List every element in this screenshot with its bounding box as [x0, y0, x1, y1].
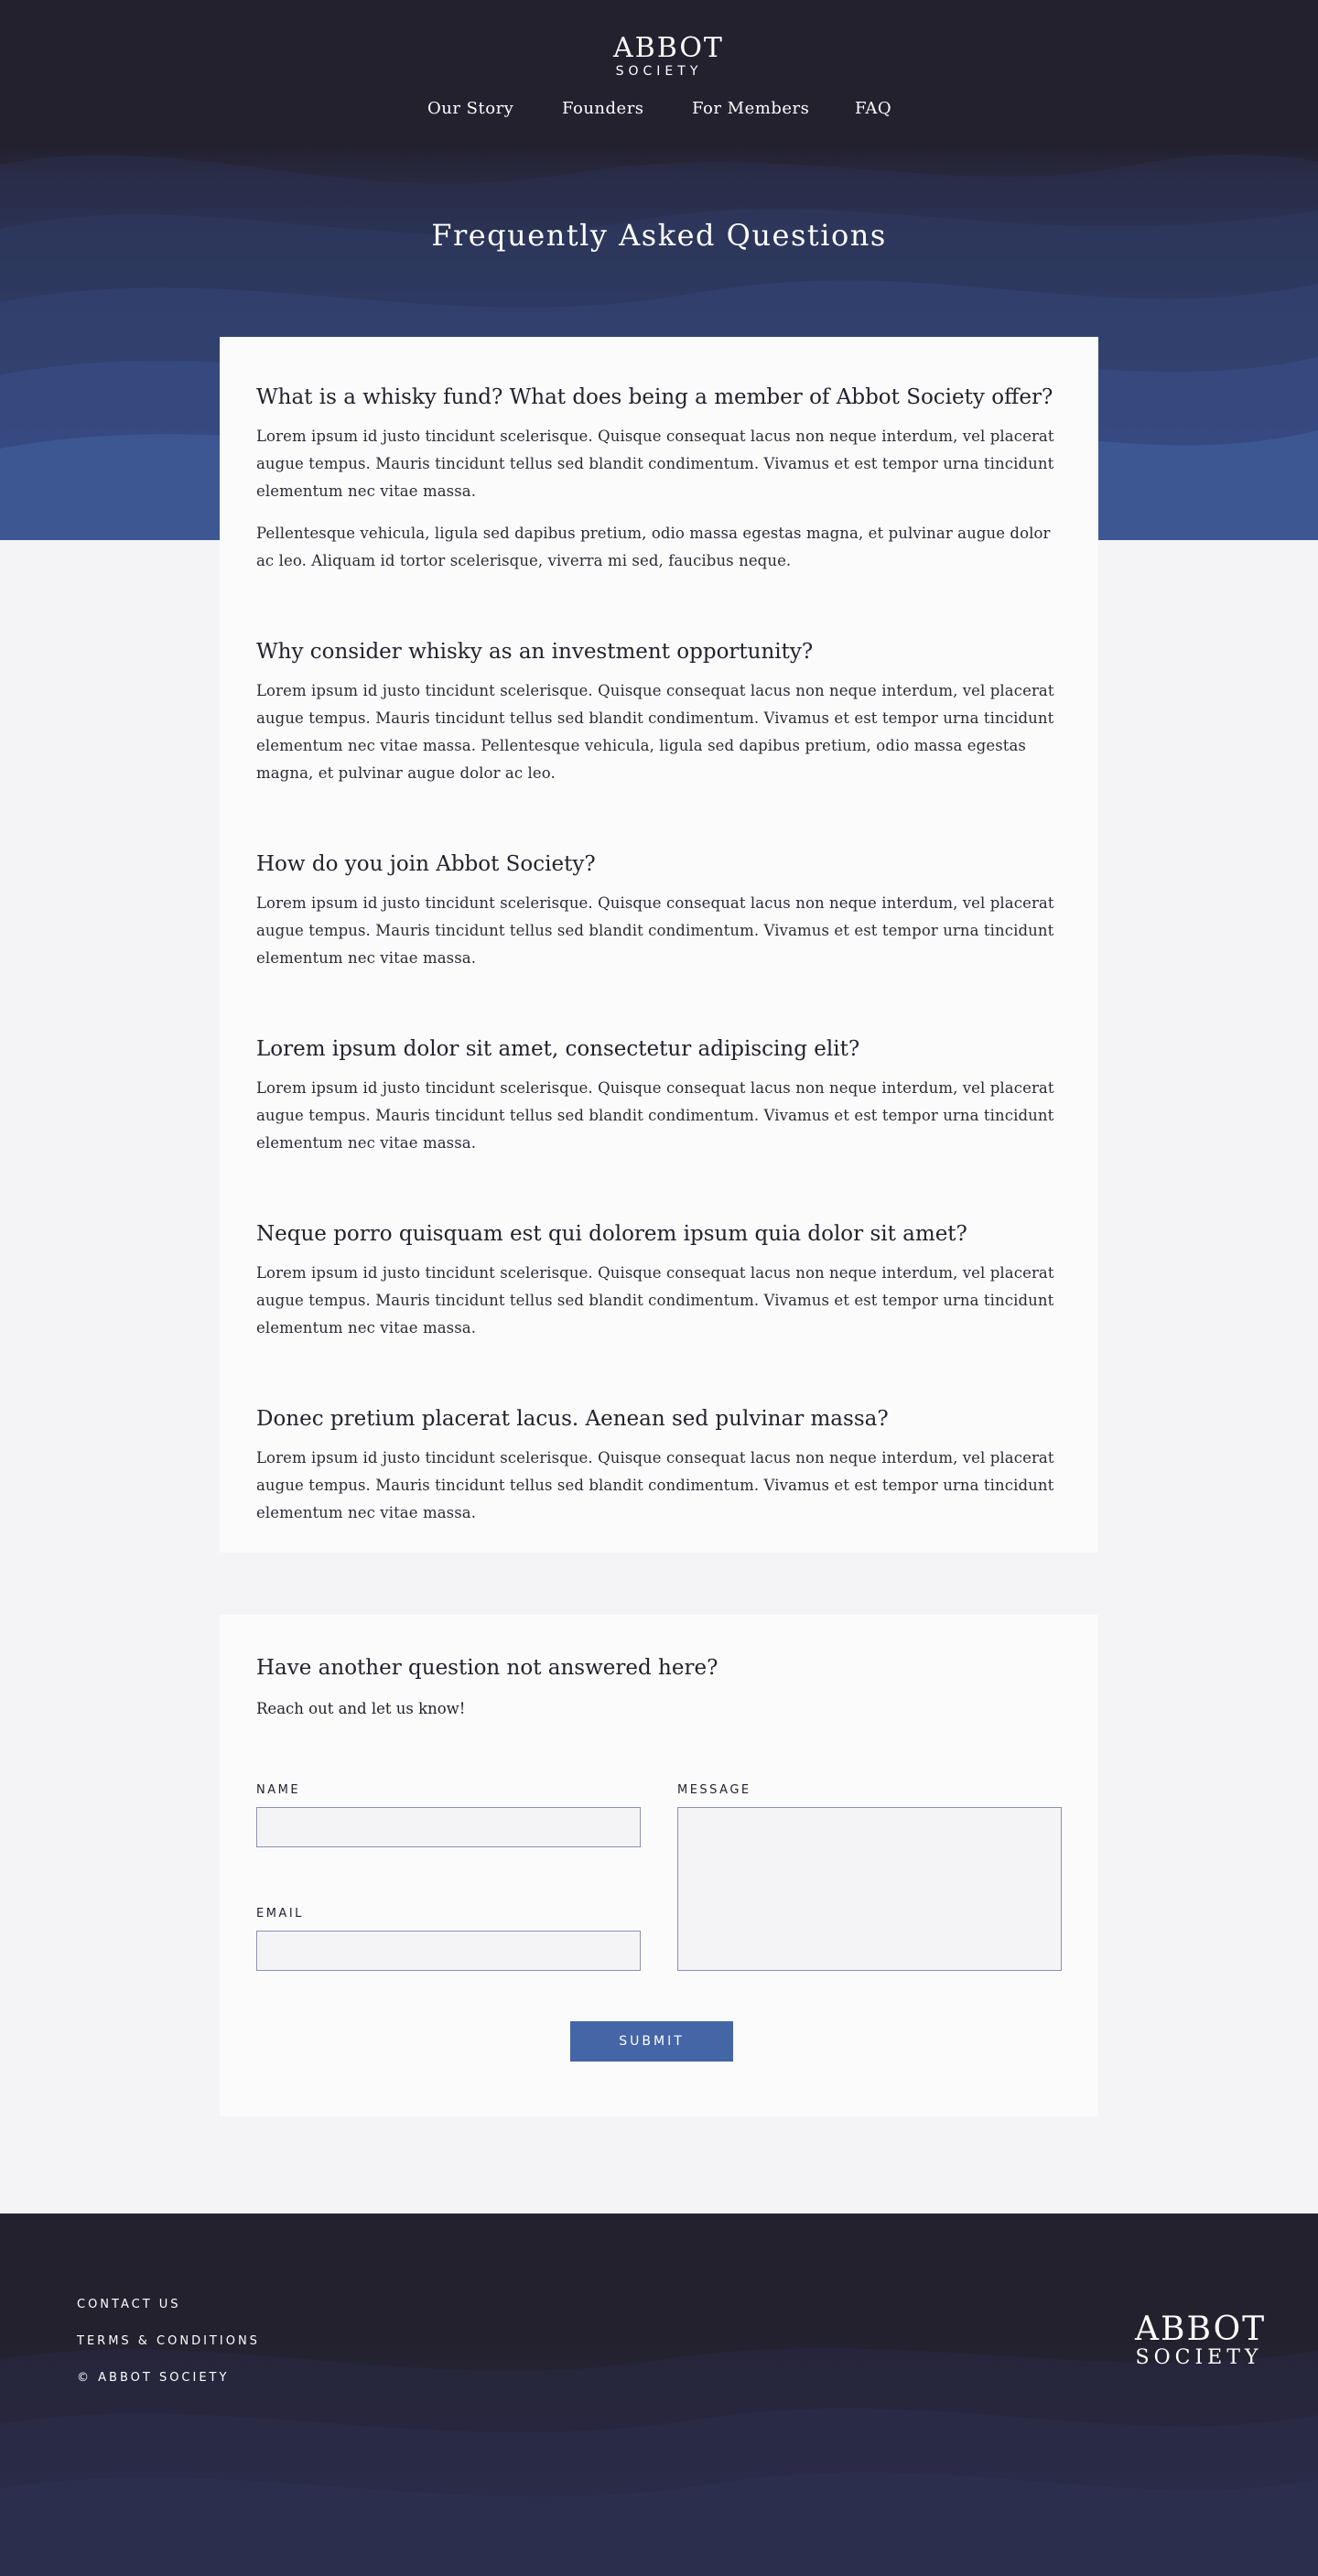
footer-logo-line1: ABBOT — [1135, 2311, 1267, 2348]
faq-answer: Lorem ipsum id justo tincidunt scelerisq… — [256, 428, 1054, 500]
nav-link-founders[interactable]: Founders — [562, 95, 644, 122]
nav-link-for-members[interactable]: For Members — [692, 95, 809, 122]
footer-logo-line2: SOCIETY — [1135, 2346, 1263, 2369]
footer-link-terms[interactable]: TERMS & CONDITIONS — [77, 2334, 260, 2349]
faq-card: What is a whisky fund? What does being a… — [220, 337, 1098, 1553]
name-field[interactable] — [256, 1807, 641, 1847]
footer-copyright: © ABBOT SOCIETY — [77, 2371, 230, 2385]
faq-answer: Lorem ipsum id justo tincidunt scelerisq… — [256, 1449, 1054, 1521]
faq-item: Donec pretium placerat lacus. Aenean sed… — [256, 1404, 1062, 1527]
site-footer: CONTACT US TERMS & CONDITIONS © ABBOT SO… — [0, 2213, 1318, 2576]
footer-link-contact[interactable]: CONTACT US — [77, 2298, 260, 2312]
nav-link-faq[interactable]: FAQ — [855, 95, 891, 122]
contact-card: Have another question not answered here?… — [220, 1615, 1098, 2116]
faq-answer: Lorem ipsum id justo tincidunt scelerisq… — [256, 1079, 1054, 1152]
contact-heading: Have another question not answered here? — [256, 1656, 718, 1680]
email-field[interactable] — [256, 1931, 641, 1971]
faq-answer: Lorem ipsum id justo tincidunt scelerisq… — [256, 1264, 1054, 1337]
faq-item: Lorem ipsum dolor sit amet, consectetur … — [256, 1034, 1062, 1157]
faq-item: How do you join Abbot Society? Lorem ips… — [256, 850, 1062, 972]
brand-logo[interactable]: ABBOT SOCIETY — [613, 32, 724, 80]
faq-item: Neque porro quisquam est qui dolorem ips… — [256, 1219, 1062, 1342]
footer-links: CONTACT US TERMS & CONDITIONS © ABBOT SO… — [77, 2298, 260, 2408]
nav-link-our-story[interactable]: Our Story — [427, 95, 513, 122]
faq-question: Why consider whisky as an investment opp… — [256, 640, 814, 664]
faq-answer: Pellentesque vehicula, ligula sed dapibu… — [256, 525, 1051, 569]
faq-question: Donec pretium placerat lacus. Aenean sed… — [256, 1407, 889, 1431]
contact-subheading: Reach out and let us know! — [256, 1700, 466, 1717]
footer-brand-logo[interactable]: ABBOT SOCIETY — [1135, 2311, 1267, 2369]
faq-answer: Lorem ipsum id justo tincidunt scelerisq… — [256, 682, 1054, 782]
page-title: Frequently Asked Questions — [431, 218, 887, 253]
faq-question: How do you join Abbot Society? — [256, 852, 596, 876]
faq-question: What is a whisky fund? What does being a… — [256, 385, 1053, 409]
faq-question: Neque porro quisquam est qui dolorem ips… — [256, 1222, 967, 1246]
brand-logo-line1: ABBOT — [613, 32, 724, 64]
message-label: MESSAGE — [677, 1783, 751, 1797]
name-label: NAME — [256, 1783, 301, 1797]
faq-answer: Lorem ipsum id justo tincidunt scelerisq… — [256, 894, 1054, 967]
faq-item: Why consider whisky as an investment opp… — [256, 637, 1062, 787]
brand-logo-line2: SOCIETY — [615, 64, 703, 79]
email-label: EMAIL — [256, 1907, 304, 1921]
faq-question: Lorem ipsum dolor sit amet, consectetur … — [256, 1037, 860, 1061]
faq-item: What is a whisky fund? What does being a… — [256, 383, 1062, 575]
submit-button[interactable]: SUBMIT — [570, 2021, 733, 2062]
message-field[interactable] — [677, 1807, 1062, 1971]
